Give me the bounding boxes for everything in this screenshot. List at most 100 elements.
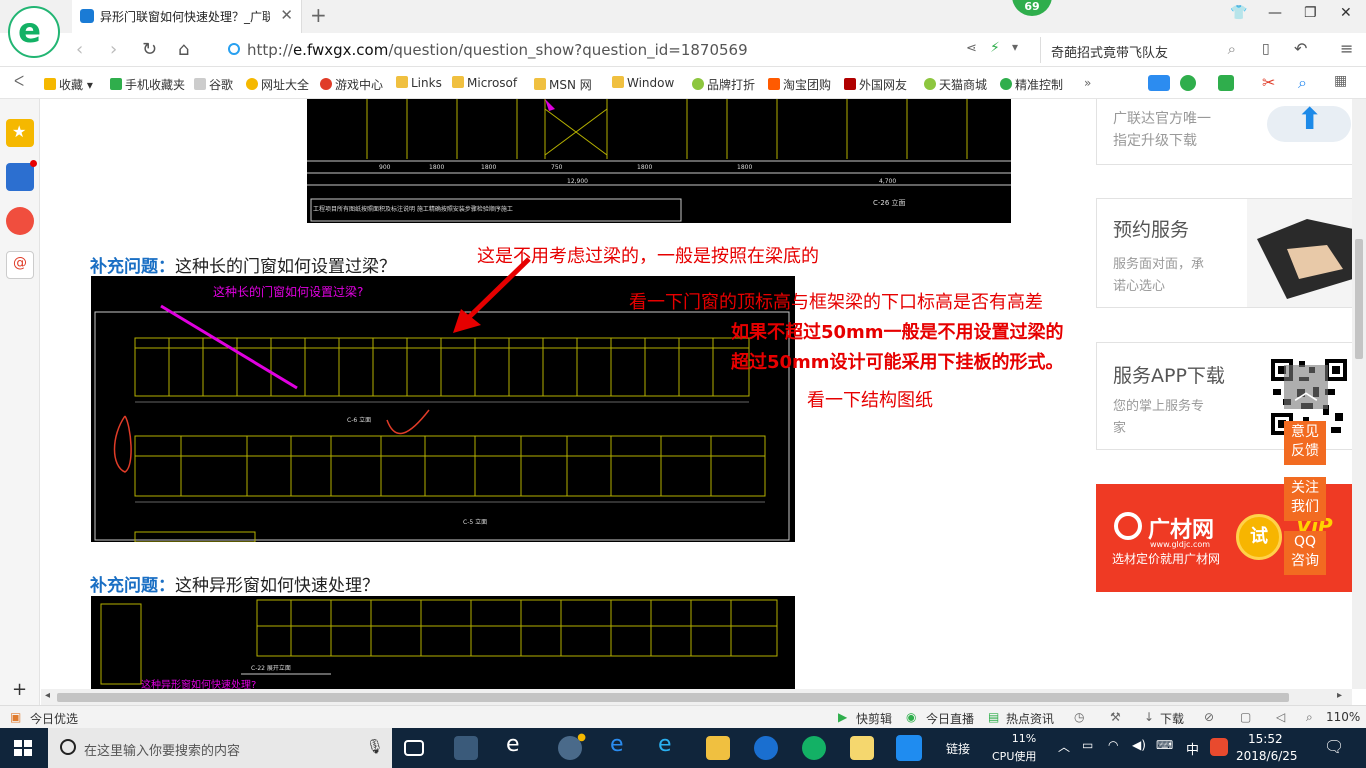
bookmark-item[interactable]: 手机收藏夹: [110, 76, 185, 93]
app-fan-icon[interactable]: [454, 736, 478, 760]
sogou-icon[interactable]: [1210, 738, 1228, 756]
extension-icon[interactable]: [1148, 75, 1170, 91]
bookmark-item[interactable]: 游戏中心: [320, 76, 383, 93]
back-icon[interactable]: ‹: [76, 39, 83, 60]
internet-explorer-icon[interactable]: e: [658, 732, 682, 757]
scroll-right-icon[interactable]: ▸: [1337, 690, 1342, 701]
chevron-down-icon[interactable]: ▾: [1012, 40, 1018, 54]
favorites-star-icon[interactable]: ★: [6, 119, 34, 147]
weibo-icon[interactable]: [6, 207, 34, 235]
search-icon[interactable]: ⌕: [1228, 40, 1236, 58]
lightning-icon[interactable]: ⚡: [990, 40, 1000, 56]
tool-icon[interactable]: ⚒: [1110, 710, 1121, 724]
battery-icon[interactable]: ▭: [1082, 738, 1093, 752]
file-explorer-icon[interactable]: [706, 736, 730, 760]
clock-date[interactable]: 2018/6/25: [1236, 749, 1298, 763]
mute-icon[interactable]: ◁: [1276, 710, 1285, 724]
qq-consult-button[interactable]: QQ咨询: [1284, 531, 1326, 575]
translate-icon[interactable]: [1218, 75, 1234, 91]
menu-icon[interactable]: ≡: [1340, 39, 1353, 58]
status-item[interactable]: 今日直播: [926, 710, 974, 727]
browser-logo-icon[interactable]: e: [8, 6, 60, 58]
taskbar-search-input[interactable]: 在这里输入你要搜索的内容 🎙: [48, 728, 392, 768]
ad-upgrade[interactable]: 广联达官方唯一 指定升级下载 ⬆: [1096, 99, 1352, 165]
app-notify-icon[interactable]: ●: [558, 732, 586, 760]
ad-appointment[interactable]: 预约服务 服务面对面，承 诺心选心: [1096, 198, 1352, 308]
bookmark-item[interactable]: MSN 网: [534, 76, 592, 93]
bookmark-item[interactable]: Window: [612, 76, 674, 90]
status-item[interactable]: 快剪辑: [856, 710, 892, 727]
status-item[interactable]: 下载: [1160, 710, 1184, 727]
forward-icon[interactable]: ›: [110, 39, 117, 60]
back-to-top-button[interactable]: ︿: [1284, 365, 1328, 409]
tab-active[interactable]: 异形门联窗如何快速处理？_广联 ✕: [72, 0, 302, 33]
home-icon[interactable]: ⌂: [178, 39, 189, 60]
zoom-level[interactable]: 110%: [1326, 710, 1360, 724]
windows-start-icon[interactable]: [14, 740, 32, 756]
mobile-icon[interactable]: ▯: [1262, 41, 1270, 57]
vertical-scrollbar[interactable]: [1352, 99, 1366, 689]
bookmark-item[interactable]: Microsof: [452, 76, 517, 90]
vertical-scroll-thumb[interactable]: [1355, 239, 1363, 359]
collapse-icon[interactable]: ᐸ: [14, 74, 24, 90]
currency-icon[interactable]: [1180, 75, 1196, 91]
zoom-icon[interactable]: ⌕: [1306, 710, 1313, 725]
bookmark-item[interactable]: 外国网友: [844, 76, 907, 93]
close-window-icon[interactable]: ✕: [1340, 5, 1352, 21]
search-tool-icon[interactable]: ⌕: [1298, 73, 1307, 93]
tab-close-icon[interactable]: ✕: [280, 6, 293, 24]
bookmark-item[interactable]: 淘宝团购: [768, 76, 831, 93]
scroll-left-icon[interactable]: ◂: [45, 690, 50, 701]
bookmark-item[interactable]: 谷歌: [194, 76, 233, 93]
wifi-icon[interactable]: ◠: [1108, 738, 1118, 752]
tray-up-icon[interactable]: ︿: [1058, 738, 1070, 755]
glodon-icon[interactable]: [754, 736, 778, 760]
add-icon[interactable]: +: [12, 679, 27, 700]
horizontal-scroll-thumb[interactable]: [57, 693, 1289, 702]
refresh-icon[interactable]: ↻: [142, 39, 157, 60]
status-today-pick[interactable]: 今日优选: [30, 710, 78, 727]
microphone-icon[interactable]: 🎙: [366, 739, 384, 755]
undo-icon[interactable]: ↶: [1294, 39, 1307, 58]
mail-icon[interactable]: @: [6, 251, 34, 279]
clean-icon[interactable]: ⊘: [1204, 710, 1214, 724]
window-icon[interactable]: ▢: [1240, 710, 1251, 724]
feedback-button[interactable]: 意见反馈: [1284, 421, 1326, 465]
ie-edge-icon[interactable]: e: [506, 732, 530, 757]
minimize-icon[interactable]: —: [1268, 5, 1282, 21]
speed-icon[interactable]: ◷: [1074, 710, 1084, 724]
bookmark-item[interactable]: 收藏 ▾: [44, 76, 93, 93]
volume-icon[interactable]: ◀): [1132, 738, 1146, 752]
horizontal-scrollbar[interactable]: ◂ ▸: [41, 689, 1352, 705]
restore-icon[interactable]: ❐: [1304, 5, 1317, 21]
share-icon[interactable]: ⋖: [966, 41, 977, 56]
status-item[interactable]: 热点资讯: [1006, 710, 1054, 727]
cad-image-2[interactable]: C-22 展开立面 这种异形窗如何快速处理?: [91, 596, 795, 689]
search-input[interactable]: 奇葩招式竟带飞队友 ⌕: [1040, 37, 1244, 63]
bookmark-item[interactable]: Links: [396, 76, 442, 90]
keyboard-icon[interactable]: ⌨: [1156, 738, 1173, 752]
notification-center-icon[interactable]: 🗨: [1324, 737, 1344, 756]
ime-indicator[interactable]: 中: [1186, 739, 1199, 758]
edge-icon[interactable]: e: [610, 732, 634, 757]
follow-us-button[interactable]: 关注我们: [1284, 477, 1326, 521]
notes-icon[interactable]: [850, 736, 874, 760]
new-tab-button[interactable]: +: [310, 3, 327, 27]
browser-taskbar-icon[interactable]: [802, 736, 826, 760]
bookmark-item[interactable]: 天猫商城: [924, 76, 987, 93]
taskbar-link[interactable]: 链接: [946, 740, 970, 757]
url-field[interactable]: http://e.fwxgx.com/question/question_sho…: [247, 41, 748, 59]
task-view-icon[interactable]: [404, 740, 424, 756]
tab-favicon-icon: [80, 9, 94, 23]
news-feed-icon[interactable]: [6, 160, 37, 191]
cut-icon[interactable]: ✂: [1262, 73, 1275, 92]
active-app-icon[interactable]: [896, 735, 922, 761]
clock-time[interactable]: 15:52: [1248, 732, 1283, 746]
bookmark-item[interactable]: 品牌打折: [692, 76, 755, 93]
live-icon: ◉: [906, 710, 917, 724]
bookmark-item[interactable]: 精准控制: [1000, 76, 1063, 93]
grid-icon[interactable]: ▦: [1334, 73, 1347, 89]
bookmark-item[interactable]: 网址大全: [246, 76, 309, 93]
more-bookmarks-icon[interactable]: »: [1084, 76, 1091, 90]
shirt-skin-icon[interactable]: 👕: [1230, 5, 1247, 21]
